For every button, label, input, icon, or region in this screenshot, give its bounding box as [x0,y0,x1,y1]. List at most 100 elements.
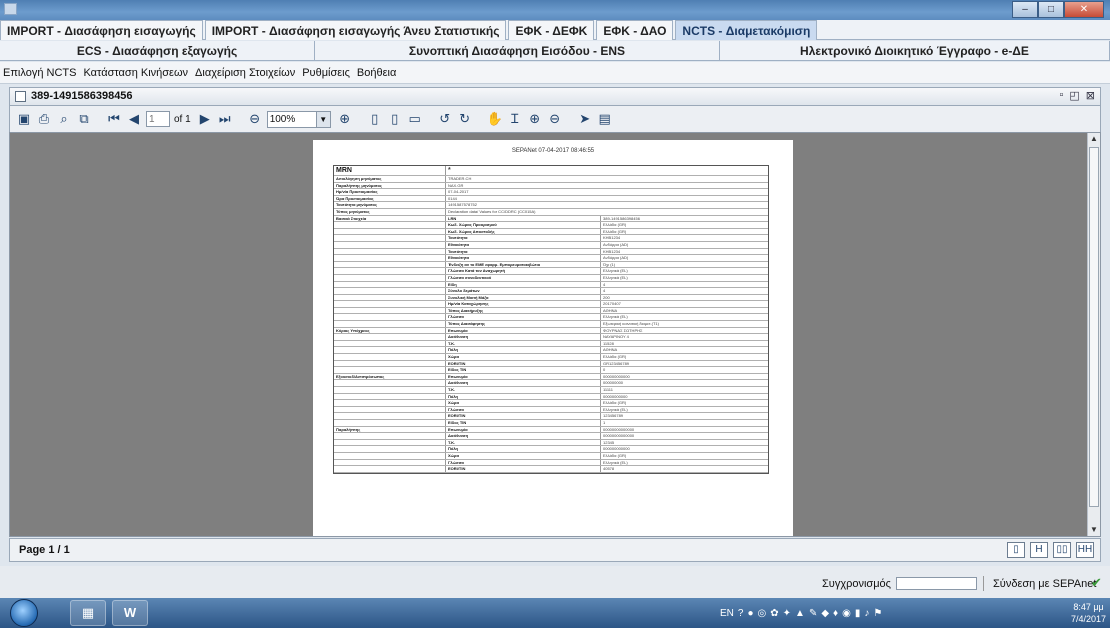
next-page-icon[interactable]: ▶ [197,111,213,127]
section-spacer [334,466,446,472]
minimize-button[interactable]: – [1012,1,1038,18]
continuous-icon[interactable]: H [1030,542,1048,558]
menu-item[interactable]: Διαχείριση Στοιχείων [195,67,295,79]
menu-item[interactable]: Βοήθεια [357,67,396,79]
section-title: Βασικά Στοιχεία [334,215,446,222]
menu-item[interactable]: Κατάσταση Κινήσεων [83,67,188,79]
language-indicator[interactable]: EN [720,608,734,619]
section-spacer [334,347,446,354]
tab-secondary-0[interactable]: ECS - Διασάφηση εξαγωγής [0,41,315,61]
field-value: 12345 [603,439,615,445]
pan-hand-icon[interactable]: ✋ [487,111,503,127]
report-page: SEPANet 07-04-2017 08:46:55 MRN * Αιτιολόγ… [313,140,793,536]
fit-width-icon[interactable]: ▭ [407,111,423,127]
field-label: Διεύθυνση [446,380,601,386]
tray-icon[interactable]: ◎ [758,608,767,619]
facing-icon[interactable]: ▯▯ [1053,542,1071,558]
print-icon[interactable]: ⎙ [36,111,52,127]
field-label: Χώρα [446,400,601,406]
field-label: Γλώσσα Κατά τον Αναχωρητή [446,268,601,274]
zoom-select[interactable]: 100% [266,110,317,128]
first-page-icon[interactable]: ⏮ [106,111,122,127]
page-number-input[interactable] [146,111,170,127]
tray-icon[interactable]: ◉ [842,608,851,619]
zoom-in-icon[interactable]: ⊕ [337,111,353,127]
flag-icon[interactable]: ⚑ [873,608,882,619]
chevron-down-icon[interactable]: ▼ [316,110,331,128]
section-spacer [334,274,446,281]
tray-icon[interactable]: ● [747,608,753,619]
tab-secondary-2[interactable]: Ηλεκτρονικό Διοικητικό Έγγραφο - e-ΔΕ [720,41,1110,61]
maximize-icon[interactable]: ◰ [1069,89,1079,102]
tray-icon[interactable]: ◆ [821,608,829,619]
tray-icon[interactable]: ♦ [833,608,838,619]
continuous-facing-icon[interactable]: HH [1076,542,1094,558]
volume-icon[interactable]: ♪ [864,608,869,619]
tray-icon[interactable]: ▲ [795,608,805,619]
start-button[interactable] [10,599,38,627]
field-value: Declaration data/ Values for CC/DDRC (CC… [448,208,536,214]
tab-3[interactable]: ΕΦΚ - ΔΑΟ [596,20,674,40]
fit-page-icon[interactable]: ▯ [387,111,403,127]
tab-1[interactable]: IMPORT - Διασάφηση εισαγωγής Άνευ Στατισ… [204,20,507,40]
close-icon[interactable]: ⊠ [1086,89,1095,102]
form-row: Παραλήπτης Επωνυμία 00000000000000 [334,426,768,434]
section-title: Εξουσιοδ/Αντιπρόσωπος [334,373,446,380]
previous-page-icon[interactable]: ◀ [126,111,142,127]
actual-size-icon[interactable]: ▯ [367,111,383,127]
vertical-scrollbar[interactable]: ▲ ▼ [1087,133,1100,536]
restore-icon[interactable]: ▫ [1059,89,1063,102]
zoom-out-icon[interactable]: ⊖ [247,111,263,127]
tab-secondary-1[interactable]: Συνοπτική Διασάφηση Εισόδου - ENS [315,41,720,61]
export-icon[interactable]: ▤ [597,111,613,127]
report-viewer[interactable]: SEPANet 07-04-2017 08:46:55 MRN * Αιτιολόγ… [9,132,1101,537]
form-row: Ημ/νία Προετοιμασίας 07-04-2017 [334,189,768,196]
maximize-button[interactable]: □ [1038,1,1064,18]
field-label: Συνολική Μικτή Μάζα [446,294,601,301]
field-value: 4 [603,281,606,287]
rotate-left-icon[interactable]: ↺ [437,111,453,127]
last-page-icon[interactable]: ⏭ [217,111,233,127]
tray-icon[interactable]: ✦ [783,608,791,619]
rotate-right-icon[interactable]: ↻ [457,111,473,127]
section-spacer [334,255,446,261]
clock[interactable]: 8:47 μμ 7/4/2017 [1071,601,1106,625]
menu-item[interactable]: Ρυθμίσεις [302,67,350,79]
section-spacer [334,387,446,393]
field-value: 07-04-2017 [448,189,469,195]
copy-icon[interactable]: ⧉ [76,111,92,127]
help-icon[interactable]: ? [738,608,744,619]
module-tabs-primary: IMPORT - Διασάφηση εισαγωγής IMPORT - Δια… [0,20,1110,40]
form-row: Διεύθυνση 00000000000000 [334,433,768,440]
network-icon[interactable]: ▮ [855,608,861,619]
field-label: Σύνολο δεμάτων [446,288,601,294]
sync-label: Συγχρονισμός [822,578,891,590]
zoom-in-tool-icon[interactable]: ⊕ [527,111,543,127]
taskbar-app-sepanet[interactable]: ▦ [70,600,106,626]
app-statusbar: Συγχρονισμός Σύνδεση με SEPAnet ✔ [0,566,1110,598]
save-icon[interactable]: ▣ [16,111,32,127]
zoom-out-tool-icon[interactable]: ⊖ [547,111,563,127]
field-label: LRN [446,215,601,222]
scroll-up-icon[interactable]: ▲ [1088,133,1100,145]
field-label: Χώρα [446,452,601,459]
tab-0[interactable]: IMPORT - Διασάφηση εισαγωγής [0,20,203,40]
menu-item[interactable]: Επιλογή NCTS [3,67,76,79]
clock-time: 8:47 μμ [1073,602,1104,612]
section-spacer [334,321,446,327]
print-preview-icon[interactable]: ⌕ [56,111,72,127]
tray-icon[interactable]: ✎ [809,608,817,619]
single-page-icon[interactable]: ▯ [1007,542,1025,558]
taskbar-app-word[interactable]: W [112,600,148,626]
tray-icon[interactable]: ✿ [770,608,778,619]
pointer-icon[interactable]: ➤ [577,111,593,127]
close-button[interactable]: ✕ [1064,1,1104,18]
field-label: Ταυτότητα μηνύματος [334,202,446,208]
field-label: Ώρα Προετοιμασίας [334,195,446,202]
scrollbar-thumb[interactable] [1089,147,1099,507]
field-value: 000000000 [603,380,624,386]
text-select-icon[interactable]: Ɪ [507,111,523,127]
scroll-down-icon[interactable]: ▼ [1088,524,1100,536]
tab-2[interactable]: ΕΦΚ - ΔΕΦΚ [508,20,595,40]
tab-4[interactable]: NCTS - Διαμετακόμιση [675,20,818,40]
